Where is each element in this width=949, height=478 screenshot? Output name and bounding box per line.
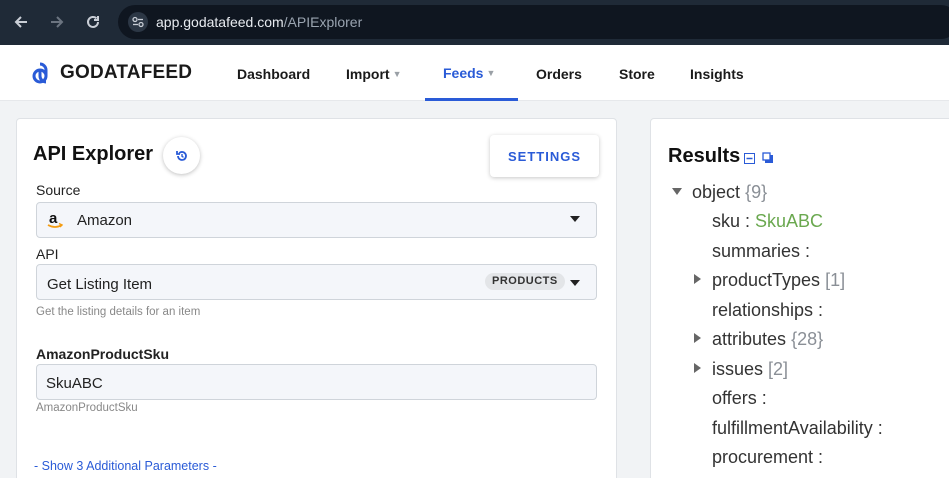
tree-root: object {9} bbox=[692, 182, 767, 203]
caret-down-icon: ▼ bbox=[486, 68, 496, 78]
source-label: Source bbox=[36, 182, 81, 198]
caret-down-icon: ▼ bbox=[392, 69, 402, 79]
nav-feeds-label: Feeds bbox=[443, 65, 484, 81]
site-settings-icon[interactable] bbox=[128, 12, 148, 32]
url-text[interactable]: app.godatafeed.com/APIExplorer bbox=[156, 14, 362, 30]
tree-row-issues[interactable]: issues [2] bbox=[712, 359, 788, 380]
expand-arrow-right-icon[interactable] bbox=[694, 274, 701, 284]
collapse-all-icon[interactable] bbox=[744, 151, 755, 164]
tree-count: [1] bbox=[825, 270, 846, 290]
nav-insights[interactable]: Insights bbox=[690, 66, 744, 82]
nav-import-label: Import bbox=[346, 66, 390, 82]
nav-import[interactable]: Import ▼ bbox=[346, 66, 401, 82]
tree-count: {28} bbox=[791, 329, 824, 349]
api-help-text: Get the listing details for an item bbox=[36, 306, 201, 318]
chevron-down-icon bbox=[570, 280, 580, 286]
api-value: Get Listing Item bbox=[47, 276, 153, 293]
nav-dashboard[interactable]: Dashboard bbox=[237, 66, 310, 82]
tree-key: attributes bbox=[712, 329, 787, 349]
show-additional-params-link[interactable]: - Show 3 Additional Parameters - bbox=[34, 459, 217, 473]
nav-store[interactable]: Store bbox=[619, 66, 655, 82]
api-label: API bbox=[36, 246, 59, 262]
tree-row-offers: offers : bbox=[712, 388, 767, 408]
settings-button[interactable]: SETTINGS bbox=[490, 135, 599, 177]
tree-row-attributes[interactable]: attributes {28} bbox=[712, 329, 823, 350]
category-badge: PRODUCTS bbox=[485, 273, 565, 290]
back-icon[interactable] bbox=[10, 11, 32, 33]
tree-row-procurement: procurement : bbox=[712, 447, 824, 467]
sku-label: AmazonProductSku bbox=[36, 346, 170, 362]
svg-text:a: a bbox=[49, 210, 58, 227]
expand-arrow-right-icon[interactable] bbox=[694, 333, 701, 343]
results-title: Results bbox=[668, 145, 741, 167]
tree-key: issues bbox=[712, 359, 764, 379]
forward-icon[interactable] bbox=[46, 11, 68, 33]
source-value: Amazon bbox=[77, 212, 133, 229]
logo-icon bbox=[32, 62, 48, 84]
reload-icon[interactable] bbox=[82, 11, 104, 33]
reset-button[interactable] bbox=[163, 137, 200, 174]
tree-row-relationships: relationships : bbox=[712, 300, 824, 320]
chevron-down-icon bbox=[570, 216, 580, 222]
tree-row-summaries: summaries : bbox=[712, 241, 811, 261]
sku-input[interactable] bbox=[36, 364, 597, 400]
page-title: API Explorer bbox=[33, 143, 154, 165]
active-nav-indicator bbox=[425, 98, 518, 101]
expand-arrow-down-icon[interactable] bbox=[672, 188, 682, 195]
tree-key: productTypes bbox=[712, 270, 821, 290]
nav-orders[interactable]: Orders bbox=[536, 66, 582, 82]
logo[interactable]: GODATAFEED bbox=[30, 60, 192, 86]
tree-string-value: SkuABC bbox=[755, 211, 824, 231]
logo-text: GODATAFEED bbox=[60, 62, 193, 83]
amazon-icon: a bbox=[46, 210, 64, 230]
tree-key: object bbox=[692, 182, 741, 202]
tree-key: sku : bbox=[712, 211, 751, 231]
tree-row-sku: sku : SkuABC bbox=[712, 211, 823, 232]
sku-value: SkuABC bbox=[46, 375, 103, 392]
copy-icon[interactable] bbox=[762, 151, 773, 163]
nav-feeds[interactable]: Feeds ▼ bbox=[443, 65, 495, 81]
url-path: /APIExplorer bbox=[283, 14, 363, 30]
history-icon bbox=[175, 150, 187, 161]
tree-count: [2] bbox=[768, 359, 789, 379]
sku-help-text: AmazonProductSku bbox=[36, 402, 138, 414]
url-host: app.godatafeed.com bbox=[156, 14, 284, 30]
expand-arrow-right-icon[interactable] bbox=[694, 363, 701, 373]
tree-row-producttypes[interactable]: productTypes [1] bbox=[712, 270, 845, 291]
tree-row-fulfillment: fulfillmentAvailability : bbox=[712, 418, 883, 438]
tree-count: {9} bbox=[745, 182, 768, 202]
